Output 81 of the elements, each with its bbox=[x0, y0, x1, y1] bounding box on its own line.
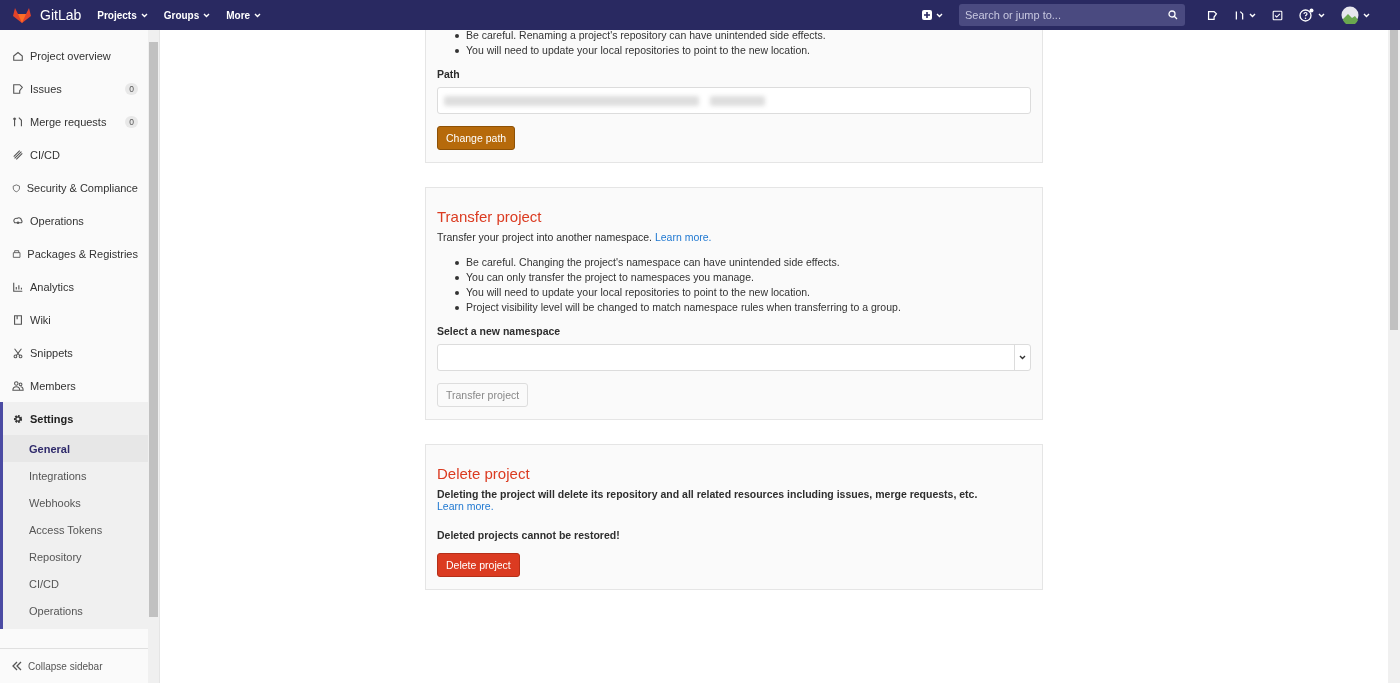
bullet-icon bbox=[455, 290, 459, 295]
field-label: Select a new namespace bbox=[437, 325, 562, 337]
bullet-icon bbox=[455, 33, 459, 38]
shield-icon bbox=[12, 181, 21, 194]
sidebar-item[interactable]: Operations bbox=[0, 204, 148, 237]
chevron-down-icon bbox=[1249, 12, 1256, 18]
nav-menu[interactable]: Groups bbox=[163, 9, 211, 21]
brand-name[interactable]: GitLab bbox=[40, 7, 82, 23]
scissors-icon bbox=[12, 346, 24, 359]
sidebar-item[interactable]: Members bbox=[0, 369, 148, 402]
change-path-button[interactable]: Change path bbox=[437, 126, 516, 150]
nav-menu[interactable]: More bbox=[226, 9, 262, 21]
bullet-text: You can only transfer the project to namespaces you manage. bbox=[466, 270, 754, 285]
bullet-icon bbox=[455, 260, 459, 265]
chevron-down-icon bbox=[1019, 355, 1026, 360]
section-description: Transfer your project into another namespace. Learn more. bbox=[437, 231, 713, 243]
sidebar-item[interactable]: Wiki bbox=[0, 303, 148, 336]
book-icon bbox=[12, 313, 24, 326]
issues-icon[interactable] bbox=[1207, 9, 1218, 21]
chevron-down-icon bbox=[203, 12, 211, 18]
learn-more-link[interactable]: Learn more. bbox=[437, 500, 494, 512]
merge-request-icon[interactable] bbox=[1234, 9, 1245, 21]
chevron-down-icon bbox=[936, 12, 943, 18]
issues-icon bbox=[12, 82, 24, 95]
bullet-text: Project visibility level will be changed to match namespace rules when transferring to a group. bbox=[466, 300, 901, 315]
field-label: Path bbox=[437, 68, 461, 80]
sidebar-item[interactable]: Project overview bbox=[0, 39, 148, 72]
path-field[interactable] bbox=[437, 87, 1031, 114]
sidebar-subitem[interactable]: CI/CD bbox=[3, 570, 148, 597]
sidebar-item[interactable]: Merge requests 0 bbox=[0, 105, 148, 138]
sidebar-item[interactable]: Issues 0 bbox=[0, 72, 148, 105]
sidebar-item[interactable]: Security & Compliance bbox=[0, 171, 148, 204]
sidebar-subitem[interactable]: General bbox=[3, 435, 148, 462]
sidebar-subitem[interactable]: Webhooks bbox=[3, 489, 148, 516]
section-title: Transfer project bbox=[437, 208, 543, 225]
delete-project-button[interactable]: Delete project bbox=[437, 553, 520, 577]
bullet-text: You will need to update your local repositories to point to the new location. bbox=[466, 43, 810, 58]
sidebar-item[interactable]: Settings bbox=[3, 402, 148, 435]
warning-text: Deleted projects cannot be restored! bbox=[437, 529, 621, 541]
sidebar-subitem[interactable]: Access Tokens bbox=[3, 516, 148, 543]
users-icon bbox=[12, 379, 24, 392]
bullet-icon bbox=[455, 275, 459, 280]
sidebar-scrollbar[interactable] bbox=[148, 30, 159, 683]
help-icon[interactable] bbox=[1299, 8, 1314, 22]
sidebar-item[interactable]: Snippets bbox=[0, 336, 148, 369]
sidebar-subitem[interactable]: Repository bbox=[3, 543, 148, 570]
bullet-text: Be careful. Renaming a project's repository can have unintended side effects. bbox=[466, 30, 826, 43]
nav-menu[interactable]: Projects bbox=[97, 9, 148, 21]
avatar-icon[interactable] bbox=[1341, 6, 1359, 24]
chevron-down-icon bbox=[140, 12, 148, 18]
sidebar-item[interactable]: Packages & Registries bbox=[0, 237, 148, 270]
sidebar-subitem[interactable]: Operations bbox=[3, 597, 148, 624]
section-title: Delete project bbox=[437, 465, 531, 482]
section-description: Deleting the project will delete its repository and all related resources including issues, merge requests, etc. Learn more. bbox=[437, 488, 979, 512]
chevron-down-icon bbox=[1363, 12, 1370, 18]
learn-more-link[interactable]: Learn more. bbox=[654, 231, 712, 243]
sidebar-item[interactable]: CI/CD bbox=[0, 138, 148, 171]
todo-icon[interactable] bbox=[1272, 9, 1283, 21]
redacted-value bbox=[710, 95, 765, 106]
double-chevron-left-icon bbox=[12, 661, 22, 671]
count-badge: 0 bbox=[125, 115, 138, 128]
bullet-text: You will need to update your local repositories to point to the new location. bbox=[466, 285, 810, 300]
bullet-icon bbox=[455, 48, 459, 53]
bullet-icon bbox=[455, 305, 459, 310]
bar-chart-icon bbox=[12, 280, 24, 293]
cloud-icon bbox=[12, 214, 24, 227]
page-scrollbar[interactable] bbox=[1388, 30, 1400, 683]
fox-logo-icon[interactable] bbox=[12, 6, 32, 24]
search-field[interactable]: Search or jump to... bbox=[959, 4, 1185, 26]
bullet-text: Be careful. Changing the project's namespace can have unintended side effects. bbox=[466, 255, 840, 270]
package-icon bbox=[12, 247, 22, 260]
sidebar-item[interactable]: Analytics bbox=[0, 270, 148, 303]
settings-icon bbox=[12, 412, 24, 425]
chevron-down-icon bbox=[254, 12, 262, 18]
plus-square-icon[interactable] bbox=[922, 10, 932, 20]
sidebar-subitem[interactable]: Integrations bbox=[3, 462, 148, 489]
chevron-down-icon bbox=[1318, 12, 1325, 18]
house-icon bbox=[12, 49, 24, 62]
search-icon bbox=[1168, 10, 1178, 20]
count-badge: 0 bbox=[125, 82, 138, 95]
merge-request-icon bbox=[12, 115, 24, 128]
